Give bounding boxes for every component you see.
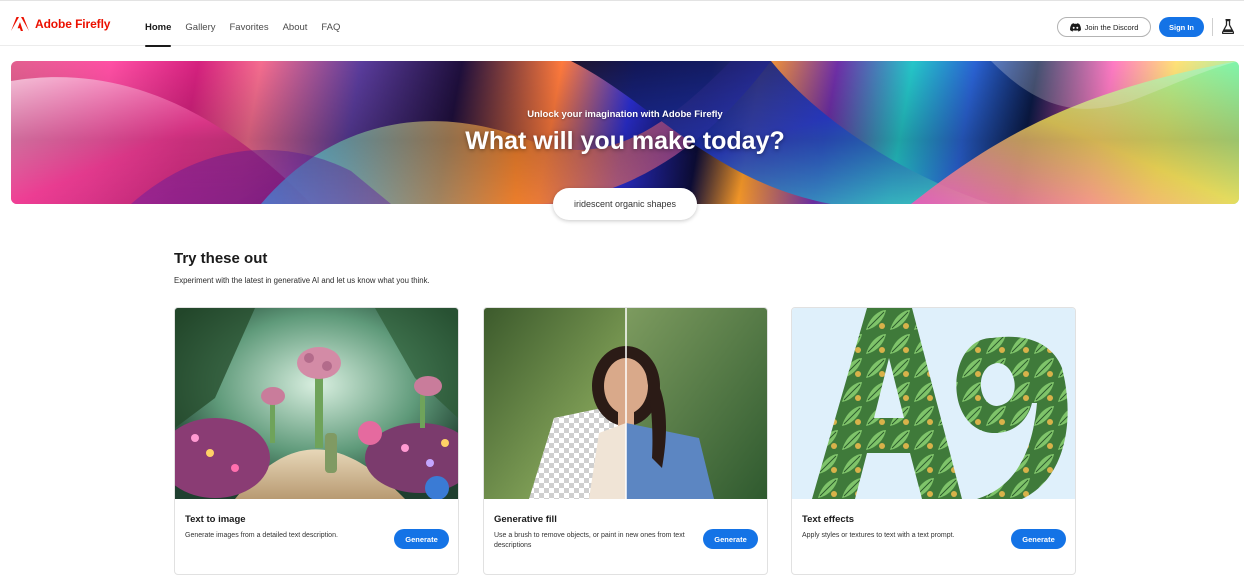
nav-item-faq[interactable]: FAQ <box>321 1 340 47</box>
sign-in-button[interactable]: Sign In <box>1159 17 1204 37</box>
card-text-effects[interactable]: Text effects Apply styles or textures to… <box>791 307 1076 575</box>
nav-item-favorites[interactable]: Favorites <box>230 1 269 47</box>
adobe-logo-icon <box>11 17 29 31</box>
card-description: Apply styles or textures to text with a … <box>802 532 955 539</box>
generate-button[interactable]: Generate <box>703 529 758 549</box>
card-title: Generative fill <box>494 514 557 525</box>
card-title: Text effects <box>802 514 855 525</box>
card-text-to-image[interactable]: Text to image Generate images from a det… <box>174 307 459 575</box>
flask-icon[interactable] <box>1222 19 1234 34</box>
top-navigation-bar: Adobe Firefly Home Gallery Favorites Abo… <box>0 0 1244 47</box>
hero-banner: Unlock your imagination with Adobe Firef… <box>11 61 1239 204</box>
discord-icon <box>1069 22 1081 31</box>
join-discord-button[interactable]: Join the Discord <box>1057 17 1151 37</box>
hero-subtitle: Unlock your imagination with Adobe Firef… <box>527 109 723 120</box>
text-to-image-thumbnail <box>175 308 458 499</box>
text-effects-thumbnail <box>792 308 1075 499</box>
brand[interactable]: Adobe Firefly <box>11 17 110 31</box>
generate-button[interactable]: Generate <box>1011 529 1066 549</box>
brand-name: Adobe Firefly <box>35 17 111 31</box>
section-title: Try these out <box>174 250 268 267</box>
header-divider <box>1212 18 1213 36</box>
card-generative-fill[interactable]: Generative fill Use a brush to remove ob… <box>483 307 768 575</box>
prompt-suggestion-chip[interactable]: iridescent organic shapes <box>553 188 697 220</box>
main-nav: Home Gallery Favorites About FAQ <box>145 1 354 47</box>
generative-fill-thumbnail <box>484 308 767 499</box>
nav-item-home[interactable]: Home <box>145 1 172 47</box>
nav-item-gallery[interactable]: Gallery <box>185 1 215 47</box>
generate-button[interactable]: Generate <box>394 529 449 549</box>
card-title: Text to image <box>185 514 246 525</box>
join-discord-label: Join the Discord <box>1084 22 1139 32</box>
nav-item-about[interactable]: About <box>283 1 308 47</box>
hero-title: What will you make today? <box>465 127 785 155</box>
card-description: Generate images from a detailed text des… <box>185 532 338 539</box>
section-description: Experiment with the latest in generative… <box>174 276 430 285</box>
card-description: Use a brush to remove objects, or paint … <box>494 532 685 549</box>
